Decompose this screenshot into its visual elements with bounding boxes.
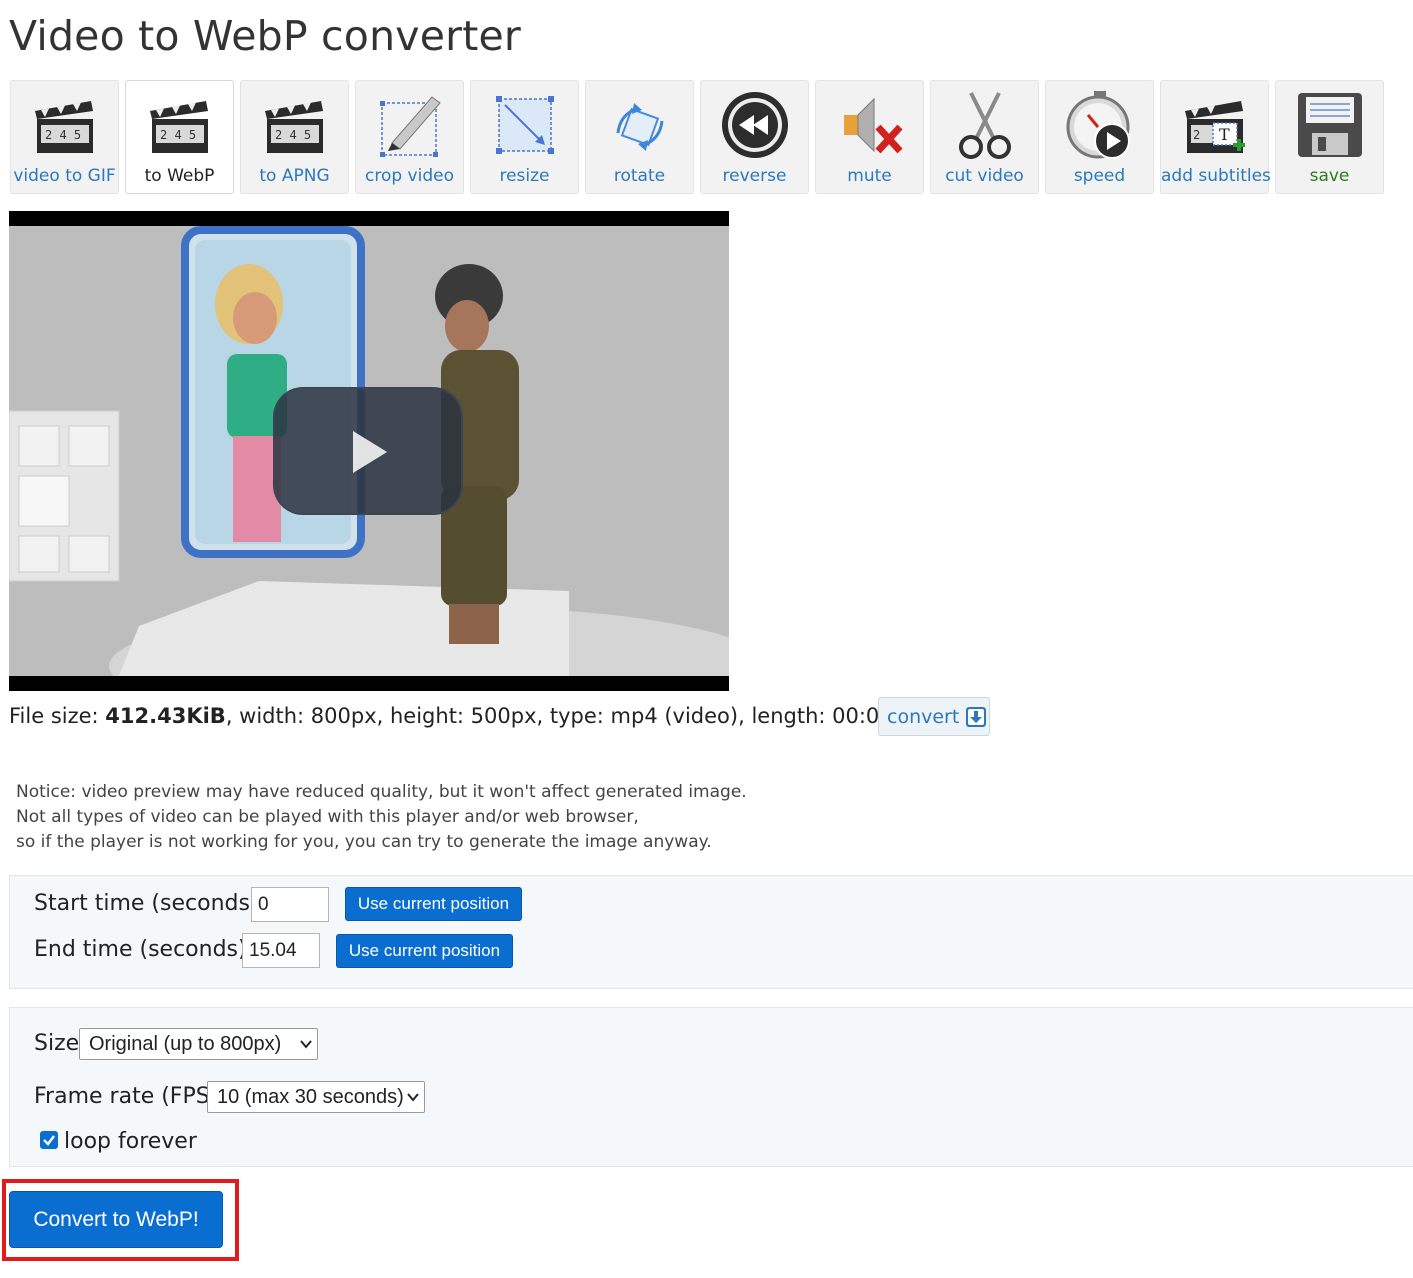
tool-label: to APNG — [259, 166, 330, 186]
size-selected: Original (up to 800px) — [89, 1032, 282, 1055]
svg-text:2: 2 — [1193, 128, 1200, 142]
time-range-panel: Start time (seconds): Use current positi… — [9, 875, 1413, 989]
svg-text:2 4 5: 2 4 5 — [45, 128, 81, 142]
file-info: File size: 412.43KiB, width: 800px, heig… — [9, 704, 926, 728]
start-time-input[interactable] — [251, 887, 329, 922]
scissors-icon — [958, 92, 1011, 159]
file-details: , width: 800px, height: 500px, type: mp4… — [225, 704, 927, 728]
resize-icon — [495, 96, 554, 154]
convert-label: convert — [887, 705, 960, 728]
tool-add-subtitles[interactable]: 2 T add subtitles — [1160, 80, 1271, 194]
fps-selected: 10 (max 30 seconds) — [217, 1085, 404, 1108]
tool-to-webp[interactable]: 2 4 5 to WebP — [125, 80, 234, 194]
tool-label: resize — [499, 166, 550, 186]
tool-to-apng[interactable]: 2 4 5 to APNG — [240, 80, 349, 194]
checkmark-icon — [43, 1135, 55, 1146]
tool-resize[interactable]: resize — [470, 80, 579, 194]
chevron-down-icon — [300, 1040, 312, 1049]
loop-label: loop forever — [64, 1129, 197, 1154]
end-use-current-button[interactable]: Use current position — [336, 934, 513, 968]
tool-video-to-gif[interactable]: 2 4 5 video to GIF — [10, 80, 119, 194]
video-player[interactable] — [9, 211, 729, 691]
svg-text:2 4 5: 2 4 5 — [160, 128, 196, 142]
tool-toolbar: 2 4 5 video to GIF 2 4 5 to WebP 2 4 5 t… — [10, 80, 1390, 194]
svg-text:2 4 5: 2 4 5 — [275, 128, 311, 142]
notice-line: Not all types of video can be played wit… — [16, 807, 639, 827]
fps-label: Frame rate (FPS): — [34, 1084, 226, 1109]
download-arrow-icon — [966, 706, 987, 727]
svg-text:T: T — [1219, 125, 1230, 144]
tool-cut-video[interactable]: cut video — [930, 80, 1039, 194]
reverse-icon — [721, 92, 788, 158]
file-size-value: 412.43KiB — [105, 704, 226, 728]
tool-label: video to GIF — [13, 166, 116, 186]
loop-checkbox[interactable] — [40, 1131, 58, 1149]
notice-line: so if the player is not working for you,… — [16, 832, 712, 852]
clapperboard-icon: 2 4 5 — [149, 101, 208, 153]
tool-rotate[interactable]: rotate — [585, 80, 694, 194]
start-use-current-button[interactable]: Use current position — [345, 887, 522, 921]
convert-to-webp-button[interactable]: Convert to WebP! — [9, 1191, 223, 1248]
tool-label: speed — [1073, 166, 1126, 186]
mute-icon — [843, 97, 903, 154]
chevron-down-icon — [407, 1093, 419, 1102]
tool-label: crop video — [365, 166, 454, 186]
end-time-input[interactable] — [242, 933, 320, 968]
tool-mute[interactable]: mute — [815, 80, 924, 194]
tool-label: cut video — [945, 166, 1024, 186]
floppy-disk-icon — [1297, 93, 1362, 157]
convert-video-button[interactable]: convert — [878, 697, 990, 736]
tool-label: save — [1309, 166, 1350, 186]
tool-label: to WebP — [144, 166, 215, 186]
notice-text: Notice: video preview may have reduced q… — [16, 780, 747, 855]
size-select[interactable]: Original (up to 800px) — [79, 1028, 318, 1060]
tool-label: add subtitles — [1161, 166, 1271, 186]
file-size-label: File size: — [9, 704, 106, 728]
notice-line: Notice: video preview may have reduced q… — [16, 782, 747, 802]
tool-speed[interactable]: speed — [1045, 80, 1154, 194]
crop-icon — [379, 96, 441, 157]
options-panel: Size: Original (up to 800px) Frame rate … — [9, 1007, 1413, 1167]
start-time-label: Start time (seconds): — [34, 891, 266, 916]
page-title: Video to WebP converter — [9, 12, 521, 60]
tool-save[interactable]: save — [1275, 80, 1384, 194]
play-icon — [353, 431, 387, 473]
stopwatch-icon — [1066, 91, 1130, 159]
play-button[interactable] — [273, 387, 463, 515]
tool-label: mute — [847, 166, 892, 186]
fps-select[interactable]: 10 (max 30 seconds) — [207, 1081, 425, 1113]
rotate-icon — [616, 103, 663, 151]
end-time-label: End time (seconds): — [34, 937, 254, 962]
clapperboard-icon: 2 4 5 — [264, 101, 323, 153]
clapperboard-icon: 2 4 5 — [34, 101, 93, 153]
tool-label: rotate — [613, 166, 666, 186]
subtitles-icon: 2 T — [1184, 101, 1245, 153]
tool-crop-video[interactable]: crop video — [355, 80, 464, 194]
tool-label: reverse — [722, 166, 787, 186]
tool-reverse[interactable]: reverse — [700, 80, 809, 194]
